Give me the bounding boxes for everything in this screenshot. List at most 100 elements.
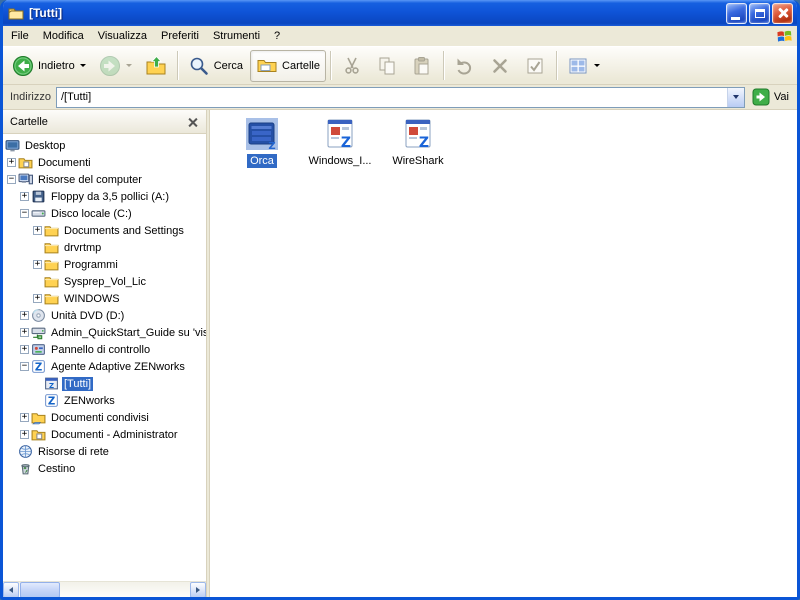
tree-item-label: Desktop: [25, 139, 66, 152]
back-dropdown-caret[interactable]: [79, 64, 86, 67]
explorer-window: [Tutti] File Modifica Visualizza Preferiti S…: [0, 0, 800, 600]
tree-item-risorse-del-computer[interactable]: − Risorse del computer: [3, 171, 206, 188]
folder-tree: Desktop + Documenti − Risorse del computer + F…: [3, 134, 206, 581]
expand-plus-icon[interactable]: +: [20, 413, 29, 422]
tree-item-documenti-condivisi[interactable]: + Documenti condivisi: [3, 409, 206, 426]
collapse-minus-icon[interactable]: −: [7, 175, 16, 184]
forward-dropdown-caret[interactable]: [125, 64, 132, 67]
orca-icon: Z: [245, 117, 279, 152]
file-name: WireShark: [392, 155, 444, 167]
collapse-minus-icon[interactable]: −: [20, 209, 29, 218]
maximize-button[interactable]: [749, 2, 770, 24]
menu-item-file[interactable]: File: [4, 27, 36, 45]
zenapp-icon: Z: [31, 359, 46, 374]
back-icon: [12, 55, 34, 77]
go-button[interactable]: Vai: [750, 88, 794, 106]
menu-item-preferiti[interactable]: Preferiti: [154, 27, 206, 45]
expand-plus-icon[interactable]: +: [20, 345, 29, 354]
menu-items: File Modifica Visualizza Preferiti Strumenti…: [4, 27, 287, 45]
scroll-right-button[interactable]: [190, 582, 206, 597]
toolbar-separator: [176, 51, 178, 80]
expand-plus-icon[interactable]: +: [20, 192, 29, 201]
search-button[interactable]: Cerca: [182, 50, 249, 82]
menu-item-visualizza[interactable]: Visualizza: [91, 27, 154, 45]
tree-item-label: Admin_QuickStart_Guide su 'vista: [51, 326, 206, 339]
tree-item-risorse-di-rete[interactable]: Risorse di rete: [3, 443, 206, 460]
expand-plus-icon[interactable]: +: [33, 226, 42, 235]
file-item-wireshark[interactable]: Z WireShark: [380, 117, 456, 168]
expand-plus-icon[interactable]: +: [20, 311, 29, 320]
minimize-button[interactable]: [726, 2, 747, 24]
folders-horizontal-scrollbar[interactable]: [3, 581, 206, 597]
address-combo[interactable]: /[Tutti]: [55, 86, 745, 108]
svg-text:Z: Z: [341, 135, 351, 151]
paste-button: [405, 50, 439, 82]
tree-item-documenti[interactable]: + Documenti: [3, 154, 206, 171]
views-dropdown-caret[interactable]: [593, 64, 600, 67]
menu-item-item[interactable]: ?: [267, 27, 287, 45]
back-button[interactable]: Indietro: [6, 50, 92, 82]
folder-icon: [44, 240, 59, 255]
tree-item-label: WINDOWS: [64, 292, 120, 305]
folder-icon: [8, 5, 24, 21]
copy-icon: [376, 55, 398, 77]
views-button[interactable]: [561, 50, 606, 82]
scroll-left-button[interactable]: [3, 582, 19, 597]
expand-plus-icon[interactable]: +: [20, 430, 29, 439]
back-label: Indietro: [38, 59, 75, 72]
folders-pane-close-button[interactable]: [185, 114, 201, 130]
search-label: Cerca: [213, 59, 244, 72]
tree-item-drvrtmp[interactable]: drvrtmp: [3, 239, 206, 256]
collapse-minus-icon[interactable]: −: [20, 362, 29, 371]
up-button[interactable]: [139, 50, 173, 82]
undo-icon: [454, 55, 476, 77]
expand-plus-icon[interactable]: +: [33, 294, 42, 303]
close-button[interactable]: [772, 2, 793, 24]
tree-item-pannello-di-controllo[interactable]: + Pannello di controllo: [3, 341, 206, 358]
title-bar[interactable]: [Tutti]: [3, 0, 797, 26]
expand-plus-icon[interactable]: +: [33, 260, 42, 269]
tree-item-label: Risorse del computer: [38, 173, 142, 186]
files-pane[interactable]: Z Orca Z Windows_I... Z WireShark: [210, 110, 797, 597]
arrow-right-icon: [196, 587, 200, 593]
tree-item-label: Disco locale (C:): [51, 207, 132, 220]
up-icon: [145, 55, 167, 77]
tree-item-label: Unità DVD (D:): [51, 309, 125, 322]
tree-item-sysprep-vol-lic[interactable]: Sysprep_Vol_Lic: [3, 273, 206, 290]
tree-item-label: Programmi: [64, 258, 118, 271]
tree-item-documents-and-settings[interactable]: + Documents and Settings: [3, 222, 206, 239]
copy-button: [370, 50, 404, 82]
dvd-icon: [31, 308, 46, 323]
tree-item-zenworks[interactable]: Z ZENworks: [3, 392, 206, 409]
file-item-windows-i[interactable]: Z Windows_I...: [302, 117, 378, 168]
tutti-icon: Z: [44, 376, 59, 391]
views-icon: [567, 55, 589, 77]
tree-item-desktop[interactable]: Desktop: [3, 137, 206, 154]
file-item-orca[interactable]: Z Orca: [224, 117, 300, 168]
toolbar: Indietro Cerca Cartelle: [3, 47, 797, 85]
scrollbar-thumb[interactable]: [20, 582, 60, 597]
folders-button[interactable]: Cartelle: [250, 49, 326, 82]
svg-text:Z: Z: [49, 382, 54, 390]
tree-item-label: [Tutti]: [62, 376, 94, 391]
tree-item-tutti[interactable]: Z [Tutti]: [3, 375, 206, 392]
menu-item-modifica[interactable]: Modifica: [36, 27, 91, 45]
tree-item-disco-locale-c[interactable]: − Disco locale (C:): [3, 205, 206, 222]
tree-item-floppy-da-3-5-pollici-a[interactable]: + Floppy da 3,5 pollici (A:): [3, 188, 206, 205]
tree-item-cestino[interactable]: Cestino: [3, 460, 206, 477]
expand-plus-icon[interactable]: +: [20, 328, 29, 337]
search-icon: [188, 55, 210, 77]
window-title: [Tutti]: [29, 6, 63, 20]
expand-plus-icon[interactable]: +: [7, 158, 16, 167]
tree-item-agente-adaptive-zenworks[interactable]: − Z Agente Adaptive ZENworks: [3, 358, 206, 375]
address-dropdown-button[interactable]: [726, 87, 744, 107]
tree-item-unit-dvd-d[interactable]: + Unità DVD (D:): [3, 307, 206, 324]
tree-item-documenti-administrator[interactable]: + Documenti - Administrator: [3, 426, 206, 443]
maximize-icon: [754, 8, 765, 18]
tree-item-admin-quickstart-guide-su-vista[interactable]: + Admin_QuickStart_Guide su 'vista: [3, 324, 206, 341]
tree-item-programmi[interactable]: + Programmi: [3, 256, 206, 273]
tree-item-windows[interactable]: + WINDOWS: [3, 290, 206, 307]
menu-item-strumenti[interactable]: Strumenti: [206, 27, 267, 45]
address-input[interactable]: /[Tutti]: [57, 91, 727, 103]
arrow-left-icon: [9, 587, 13, 593]
